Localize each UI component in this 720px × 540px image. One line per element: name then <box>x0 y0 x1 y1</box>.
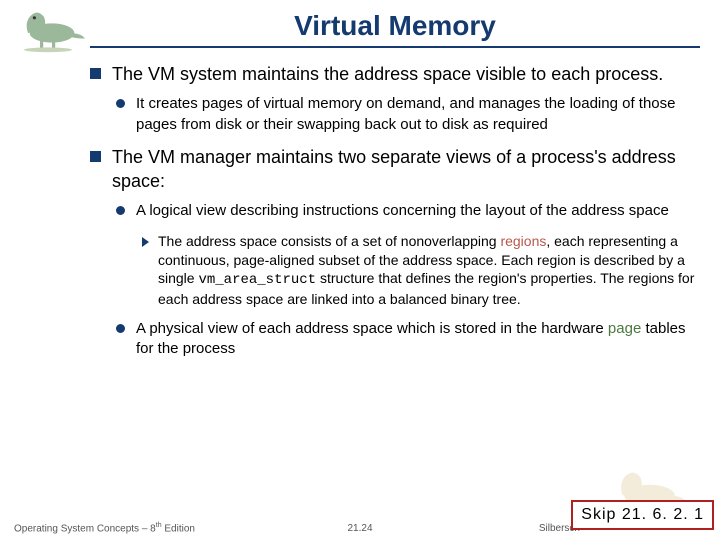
slide-title: Virtual Memory <box>90 10 700 42</box>
bullet-level2: It creates pages of virtual memory on de… <box>116 94 700 135</box>
footer-text: Operating System Concepts – 8 <box>14 523 156 534</box>
dinosaur-logo <box>8 4 88 54</box>
slide: Virtual Memory The VM system maintains t… <box>0 0 720 540</box>
title-underline <box>90 46 700 48</box>
bullet-level3: The address space consists of a set of n… <box>142 232 700 310</box>
bullet-level2: A physical view of each address space wh… <box>116 319 700 360</box>
bullet-level1: The VM system maintains the address spac… <box>90 62 700 86</box>
highlight-page: page <box>608 320 641 337</box>
bullet-level2: A logical view describing instructions c… <box>116 201 700 221</box>
footer-text: Edition <box>162 523 195 534</box>
text-fragment: The address space consists of a set of n… <box>158 233 500 249</box>
footer-slide-number: 21.24 <box>347 523 372 534</box>
bullet-level1: The VM manager maintains two separate vi… <box>90 145 700 194</box>
footer-left: Operating System Concepts – 8th Edition <box>14 522 195 534</box>
skip-annotation: Skip 21. 6. 2. 1 <box>571 500 714 530</box>
slide-content: The VM system maintains the address spac… <box>90 62 700 360</box>
code-text: vm_area_struct <box>198 272 316 288</box>
highlight-regions: regions <box>500 233 546 249</box>
text-fragment: A physical view of each address space wh… <box>136 320 608 337</box>
